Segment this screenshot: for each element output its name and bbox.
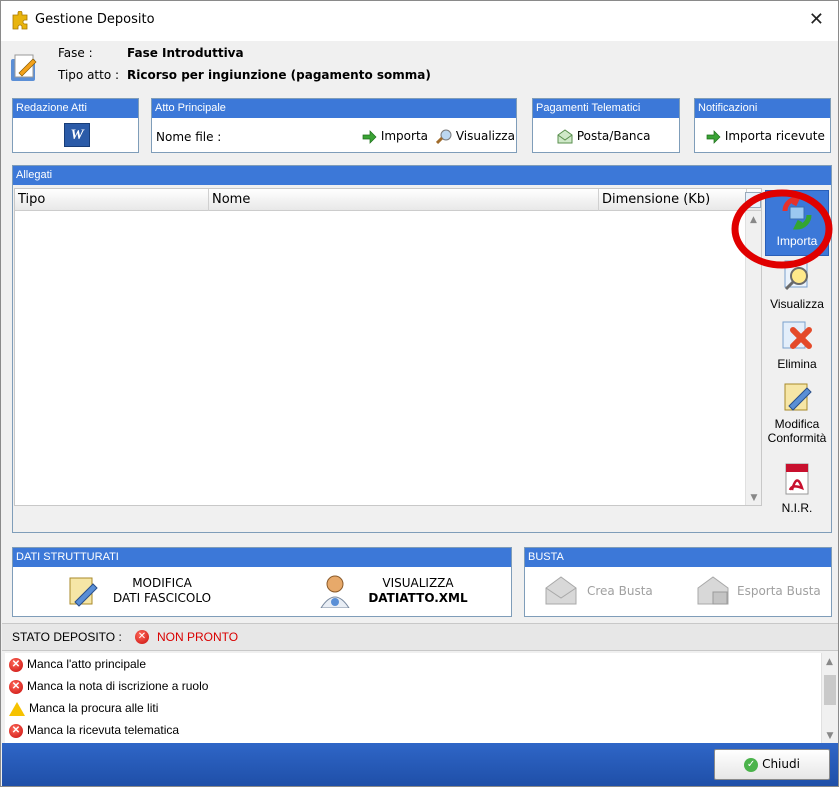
esporta-busta-label: Esporta Busta <box>737 584 821 598</box>
atto-principale-panel: Atto Principale Nome file : Importa Visu… <box>151 98 517 153</box>
visualizza-datiatto-button[interactable]: VISUALIZZA DATIATTO.XML <box>319 572 489 612</box>
title-bar: Gestione Deposito ✕ <box>1 1 838 41</box>
notificazioni-title: Notificazioni <box>695 99 830 118</box>
check-icon: ✓ <box>744 757 759 772</box>
import-arrow-icon <box>706 129 721 144</box>
importa-ricevute-button[interactable]: Importa ricevute <box>705 126 825 146</box>
allegati-panel: Allegati Tipo Nome Dimensione (Kb) ▲ ▼ I… <box>12 165 832 533</box>
modifica-line1: Modifica <box>774 417 820 431</box>
window-title: Gestione Deposito <box>35 12 155 27</box>
elimina-allegato-label: Elimina <box>777 357 817 371</box>
fase-label: Fase : <box>58 46 93 60</box>
modifica-dati-fascicolo-button[interactable]: MODIFICA DATI FASCICOLO <box>67 572 227 612</box>
edit-pencil-icon <box>784 383 812 411</box>
footer-bar: ✓ Chiudi <box>2 743 838 786</box>
notificazioni-panel: Notificazioni Importa ricevute <box>694 98 831 153</box>
message-text: Manca la ricevuta telematica <box>27 723 180 737</box>
scroll-down-icon[interactable]: ▼ <box>746 493 762 503</box>
scroll-down-icon[interactable]: ▼ <box>822 731 838 741</box>
tipo-atto-value: Ricorso per ingiunzione (pagamento somma… <box>127 68 431 82</box>
close-icon[interactable]: ✕ <box>809 9 824 30</box>
warning-icon <box>9 701 25 716</box>
error-icon: ✕ <box>9 679 23 694</box>
visualizza-datiatto-line2: DATIATTO.XML <box>368 591 468 605</box>
modifica-dati-line2: DATI FASCICOLO <box>112 591 212 605</box>
allegati-table[interactable]: Tipo Nome Dimensione (Kb) ▲ ▼ <box>14 188 762 506</box>
error-icon: ✕ <box>135 630 149 644</box>
nome-file-label: Nome file : <box>156 130 222 144</box>
app-puzzle-icon <box>12 11 28 30</box>
visualizza-atto-label: Visualizza <box>455 129 515 143</box>
chiudi-label: Chiudi <box>762 757 800 771</box>
messages-scrollbar[interactable]: ▲ ▼ <box>821 653 837 743</box>
atto-principale-title: Atto Principale <box>152 99 516 118</box>
allegati-title: Allegati <box>13 166 831 185</box>
posta-banca-button[interactable]: Posta/Banca <box>557 126 650 146</box>
chiudi-button[interactable]: ✓ Chiudi <box>714 749 830 780</box>
importa-ricevute-label: Importa ricevute <box>724 129 825 143</box>
delete-x-icon <box>782 321 812 349</box>
envelope-create-icon <box>545 576 577 605</box>
list-item: ✕ Manca la nota di iscrizione a ruolo <box>5 675 837 697</box>
dati-strutturati-title: DATI STRUTTURATI <box>13 548 511 567</box>
message-text: Manca la procura alle liti <box>29 701 159 715</box>
import-arrow-icon <box>362 129 377 144</box>
column-dimensione[interactable]: Dimensione (Kb) <box>599 189 747 211</box>
fase-value: Fase Introduttiva <box>127 46 244 60</box>
edit-form-icon <box>69 577 98 607</box>
modifica-dati-line1: MODIFICA <box>132 576 192 590</box>
posta-banca-label: Posta/Banca <box>576 129 651 143</box>
esporta-busta-button[interactable]: Esporta Busta <box>695 574 829 610</box>
modifica-conformita-button[interactable]: Modifica Conformità <box>765 378 829 460</box>
document-edit-icon <box>11 54 37 81</box>
column-nome[interactable]: Nome <box>209 189 599 211</box>
error-icon: ✕ <box>9 657 23 672</box>
pagamenti-telematici-panel: Pagamenti Telematici Posta/Banca <box>532 98 680 153</box>
visualizza-allegato-label: Visualizza <box>770 297 824 311</box>
visualizza-atto-button[interactable]: Visualizza <box>436 126 515 146</box>
stato-deposito-bar: STATO DEPOSITO : ✕ NON PRONTO <box>2 623 838 651</box>
busta-title: BUSTA <box>525 548 831 567</box>
nir-label: N.I.R. <box>781 501 813 515</box>
modifica-line2: Conformità <box>767 431 827 445</box>
view-lens-icon <box>436 129 452 144</box>
crea-busta-button[interactable]: Crea Busta <box>543 574 673 610</box>
scroll-thumb[interactable] <box>824 675 836 705</box>
nir-button[interactable]: N.I.R. <box>765 462 829 522</box>
highlight-circle-annotation <box>731 189 833 269</box>
user-doctor-icon <box>320 575 350 608</box>
redazione-atti-title: Redazione Atti <box>13 99 138 118</box>
tipo-atto-label: Tipo atto : <box>58 68 120 82</box>
elimina-allegato-button[interactable]: Elimina <box>765 318 829 376</box>
list-item: ✕ Manca la ricevuta telematica <box>5 719 837 741</box>
gestione-deposito-window: Gestione Deposito ✕ Fase : Fase Introdut… <box>0 0 839 787</box>
envelope-export-icon <box>697 576 729 605</box>
redazione-atti-panel: Redazione Atti W <box>12 98 139 153</box>
word-icon[interactable]: W <box>64 123 90 147</box>
allegati-table-header: Tipo Nome Dimensione (Kb) <box>15 189 761 211</box>
error-icon: ✕ <box>9 723 23 738</box>
scroll-up-icon[interactable]: ▲ <box>822 657 837 667</box>
column-tipo[interactable]: Tipo <box>15 189 209 211</box>
pagamenti-telematici-title: Pagamenti Telematici <box>533 99 679 118</box>
crea-busta-label: Crea Busta <box>587 584 653 598</box>
stato-deposito-value: NON PRONTO <box>157 630 239 644</box>
busta-panel: BUSTA Crea Busta Esporta Busta <box>524 547 832 617</box>
list-item: ✕ Manca l'atto principale <box>5 653 837 675</box>
importa-atto-label: Importa <box>380 129 429 143</box>
list-item: Manca la procura alle liti <box>5 697 837 719</box>
importa-atto-button[interactable]: Importa <box>361 126 428 146</box>
message-text: Manca l'atto principale <box>27 657 147 671</box>
stato-messages-list[interactable]: ✕ Manca l'atto principale ✕ Manca la nota … <box>5 653 837 743</box>
envelope-icon <box>557 128 573 143</box>
pdf-icon <box>785 463 809 495</box>
header-info: Fase : Fase Introduttiva Tipo atto : Ric… <box>1 41 838 93</box>
stato-deposito-label: STATO DEPOSITO : <box>12 630 122 644</box>
message-text: Manca la nota di iscrizione a ruolo <box>27 679 209 693</box>
visualizza-datiatto-line1: VISUALIZZA <box>382 576 454 590</box>
dati-strutturati-panel: DATI STRUTTURATI MODIFICA DATI FASCICOLO… <box>12 547 512 617</box>
